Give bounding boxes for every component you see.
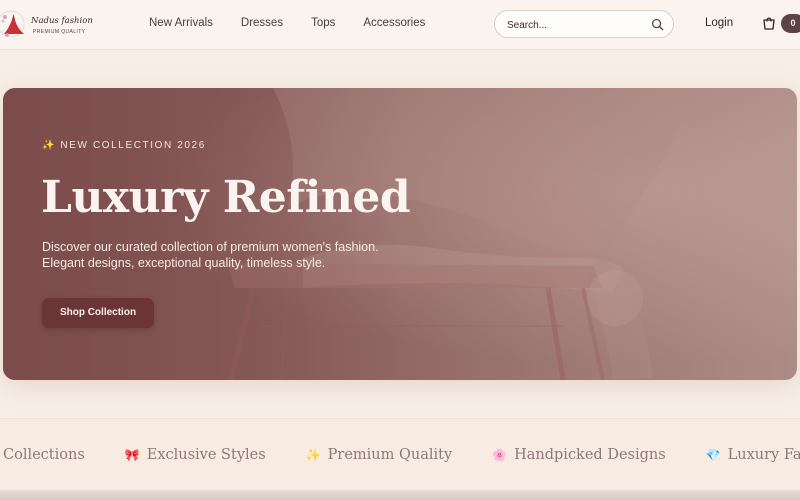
hero-subtitle: Discover our curated collection of premi… [42,240,379,270]
flower-icon: 🌸 [492,448,508,462]
nav-new-arrivals[interactable]: New Arrivals [149,17,213,29]
dress-logo-icon [0,10,25,38]
hero-banner: ✨ NEW COLLECTION 2026 Luxury Refined Dis… [3,88,797,380]
ticker-item-label: Luxury Fabrics [727,447,800,463]
brand-logo[interactable]: Nadus fashion PREMIUM QUALITY [0,6,93,44]
hero-background-image [3,88,797,380]
ticker-item: 💎 Luxury Fabrics [706,447,800,463]
ticker-item: 🌸 Handpicked Designs [492,447,666,463]
feature-ticker: Collections 🎀 Exclusive Styles ✨ Premium… [0,418,800,490]
nav-tops[interactable]: Tops [311,17,335,29]
search-input[interactable] [507,17,647,33]
nav-dresses[interactable]: Dresses [241,17,283,29]
next-section-edge [0,490,800,500]
shopping-bag-icon[interactable] [762,16,776,30]
login-link[interactable]: Login [705,17,733,29]
ribbon-icon: 🎀 [124,448,140,462]
hero-eyebrow: ✨ NEW COLLECTION 2026 [42,140,206,151]
hero-title: Luxury Refined [41,172,411,223]
ticker-item-label: Premium Quality [327,447,453,463]
ticker-track: Collections 🎀 Exclusive Styles ✨ Premium… [0,447,800,463]
search-box [494,10,674,38]
ticker-item: Collections [0,447,85,463]
sparkles-icon: ✨ [305,448,321,462]
shop-collection-button[interactable]: Shop Collection [42,298,154,328]
ticker-item: 🎀 Exclusive Styles [125,447,266,463]
ticker-item-label: Collections [3,447,85,463]
cart-count-badge[interactable]: 0 [781,14,800,33]
brand-name: Nadus fashion [31,16,93,26]
search-icon[interactable] [651,18,664,31]
site-header: Nadus fashion PREMIUM QUALITY New Arriva… [0,0,800,50]
brand-tagline: PREMIUM QUALITY [33,29,86,35]
ticker-item-label: Exclusive Styles [146,447,266,463]
main-nav: New Arrivals Dresses Tops Accessories [149,17,453,29]
ticker-item-label: Handpicked Designs [514,447,666,463]
ticker-item: ✨ Premium Quality [306,447,452,463]
gem-icon: 💎 [705,448,721,462]
nav-accessories[interactable]: Accessories [363,17,425,29]
